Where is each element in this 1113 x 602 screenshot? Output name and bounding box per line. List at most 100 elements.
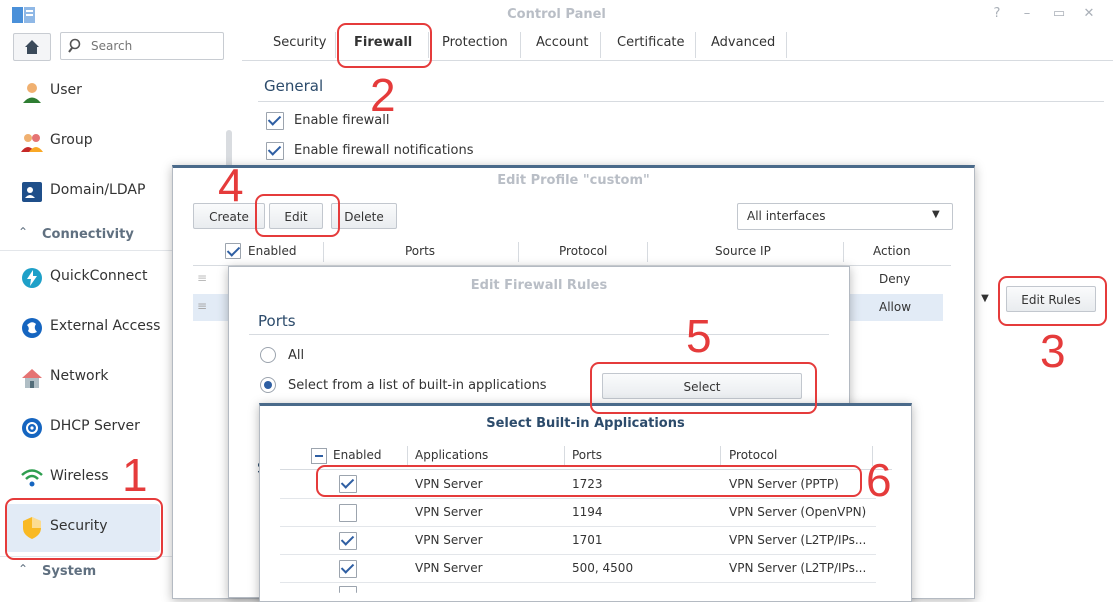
sidebar-item-label: Network bbox=[50, 368, 109, 384]
column-header-protocol[interactable]: Protocol bbox=[559, 238, 607, 264]
drag-handle-icon[interactable]: ≡ bbox=[197, 299, 207, 313]
table-row[interactable]: VPN Server 500, 4500 VPN Server (L2TP/IP… bbox=[280, 555, 876, 582]
row-ports: 1701 bbox=[572, 533, 603, 547]
title-bar: Control Panel ? – ▭ ✕ bbox=[0, 0, 1113, 30]
column-header-source-ip[interactable]: Source IP bbox=[715, 238, 771, 264]
ports-builtin-label: Select from a list of built-in applicati… bbox=[288, 378, 547, 393]
sidebar-item-label: Group bbox=[50, 132, 93, 148]
row-protocol: VPN Server (OpenVPN) bbox=[729, 505, 867, 519]
interfaces-select-value: All interfaces bbox=[747, 209, 826, 223]
home-button[interactable] bbox=[13, 33, 51, 61]
annotation-number-6: 6 bbox=[866, 454, 892, 506]
external-access-icon bbox=[22, 318, 42, 338]
tab-security[interactable]: Security bbox=[273, 35, 326, 50]
row-enabled-checkbox[interactable] bbox=[339, 532, 357, 550]
select-builtin-apps-dialog: Select Built-in Applications Enabled App… bbox=[259, 403, 912, 602]
chevron-down-icon: ▼ bbox=[932, 209, 940, 220]
column-header-ports[interactable]: Ports bbox=[405, 238, 435, 264]
rule-action: Allow bbox=[879, 300, 912, 314]
sidebar-item-user[interactable]: User bbox=[0, 68, 240, 116]
annotation-number-3: 3 bbox=[1040, 325, 1066, 377]
tab-advanced[interactable]: Advanced bbox=[711, 35, 775, 50]
column-divider bbox=[323, 242, 324, 262]
tab-protection[interactable]: Protection bbox=[442, 35, 508, 50]
sidebar-item-label: User bbox=[50, 82, 82, 98]
annotation-number-2: 2 bbox=[370, 69, 396, 121]
ports-builtin-radio[interactable] bbox=[260, 377, 276, 393]
row-enabled-checkbox[interactable] bbox=[339, 504, 357, 522]
section-divider bbox=[249, 334, 829, 335]
wireless-icon bbox=[21, 469, 43, 487]
delete-button[interactable]: Delete bbox=[331, 203, 397, 229]
row-protocol: VPN Server (L2TP/IPs... bbox=[729, 533, 867, 547]
sidebar-item-label: Domain/LDAP bbox=[50, 182, 146, 198]
edit-firewall-rules-title: Edit Firewall Rules bbox=[470, 278, 608, 293]
maximize-icon[interactable]: ▭ bbox=[1051, 6, 1067, 22]
ports-all-label: All bbox=[288, 348, 305, 363]
ports-all-radio[interactable] bbox=[260, 347, 276, 363]
annotation-number-5: 5 bbox=[686, 310, 712, 362]
column-header-enabled[interactable]: Enabled bbox=[248, 238, 297, 264]
rule-action: Deny bbox=[879, 272, 911, 286]
column-divider bbox=[720, 446, 721, 466]
general-section-title: General bbox=[264, 77, 324, 95]
sidebar-item-label: QuickConnect bbox=[50, 268, 148, 284]
close-icon[interactable]: ✕ bbox=[1081, 6, 1097, 22]
annotation-highlight-edit bbox=[255, 194, 340, 237]
dhcp-server-icon bbox=[22, 418, 42, 438]
search-input[interactable] bbox=[89, 36, 219, 56]
group-icon bbox=[21, 134, 43, 152]
tab-certificate[interactable]: Certificate bbox=[617, 35, 685, 50]
table-row[interactable]: VPN Server 1194 VPN Server (OpenVPN) bbox=[280, 499, 876, 526]
network-icon bbox=[22, 369, 42, 388]
drag-handle-icon[interactable]: ≡ bbox=[197, 271, 207, 285]
row-protocol: VPN Server (L2TP/IPs... bbox=[729, 561, 867, 575]
sidebar-item-label: Wireless bbox=[50, 468, 109, 484]
quickconnect-icon bbox=[22, 268, 42, 288]
sidebar-item-label: External Access bbox=[50, 318, 161, 334]
table-row[interactable]: VPN Server 1701 VPN Server (L2TP/IPs... bbox=[280, 527, 876, 554]
annotation-highlight-edit-rules bbox=[998, 276, 1107, 326]
rules-table-header: Enabled Ports Protocol Source IP Action bbox=[193, 238, 951, 266]
row-enabled-checkbox[interactable] bbox=[339, 586, 357, 593]
indeterminate-icon bbox=[315, 455, 323, 457]
sidebar-item-label: DHCP Server bbox=[50, 418, 140, 434]
row-ports: 1194 bbox=[572, 505, 603, 519]
profile-dropdown-arrow-icon[interactable]: ▼ bbox=[974, 287, 996, 311]
tab-divider bbox=[600, 32, 601, 58]
tab-account[interactable]: Account bbox=[536, 35, 589, 50]
column-divider bbox=[564, 446, 565, 466]
minimize-icon[interactable]: – bbox=[1019, 6, 1035, 22]
search-box[interactable] bbox=[60, 32, 224, 60]
edit-profile-dialog-title: Edit Profile "custom" bbox=[497, 173, 650, 188]
search-icon bbox=[68, 38, 81, 53]
row-application: VPN Server bbox=[415, 561, 483, 575]
interfaces-select[interactable]: All interfaces ▼ bbox=[737, 203, 953, 230]
sidebar-section-label: System bbox=[42, 564, 97, 579]
sidebar-item-group[interactable]: Group bbox=[0, 118, 240, 166]
enabled-all-checkbox[interactable] bbox=[225, 243, 241, 259]
annotation-highlight-pptp-row bbox=[316, 465, 862, 497]
enable-notifications-checkbox[interactable] bbox=[266, 142, 284, 160]
annotation-number-4: 4 bbox=[218, 159, 244, 211]
tab-divider bbox=[520, 32, 521, 58]
enable-notifications-label: Enable firewall notifications bbox=[294, 143, 474, 158]
window-title: Control Panel bbox=[507, 7, 606, 22]
column-header-action[interactable]: Action bbox=[873, 238, 911, 264]
sidebar-section-label: Connectivity bbox=[42, 227, 134, 242]
domain-ldap-icon bbox=[22, 182, 42, 202]
row-enabled-checkbox[interactable] bbox=[339, 560, 357, 578]
tab-divider bbox=[786, 32, 787, 58]
tab-divider bbox=[695, 32, 696, 58]
help-icon[interactable]: ? bbox=[989, 6, 1005, 22]
user-icon bbox=[23, 83, 41, 103]
chevron-up-icon: ⌃ bbox=[18, 225, 29, 239]
tab-divider bbox=[335, 32, 336, 58]
enable-firewall-checkbox[interactable] bbox=[266, 112, 284, 130]
annotation-number-1: 1 bbox=[122, 449, 148, 501]
select-all-checkbox[interactable] bbox=[311, 448, 327, 464]
column-divider bbox=[647, 242, 648, 262]
column-divider bbox=[518, 242, 519, 262]
chevron-up-icon: ⌃ bbox=[18, 562, 29, 576]
row-ports: 500, 4500 bbox=[572, 561, 634, 575]
